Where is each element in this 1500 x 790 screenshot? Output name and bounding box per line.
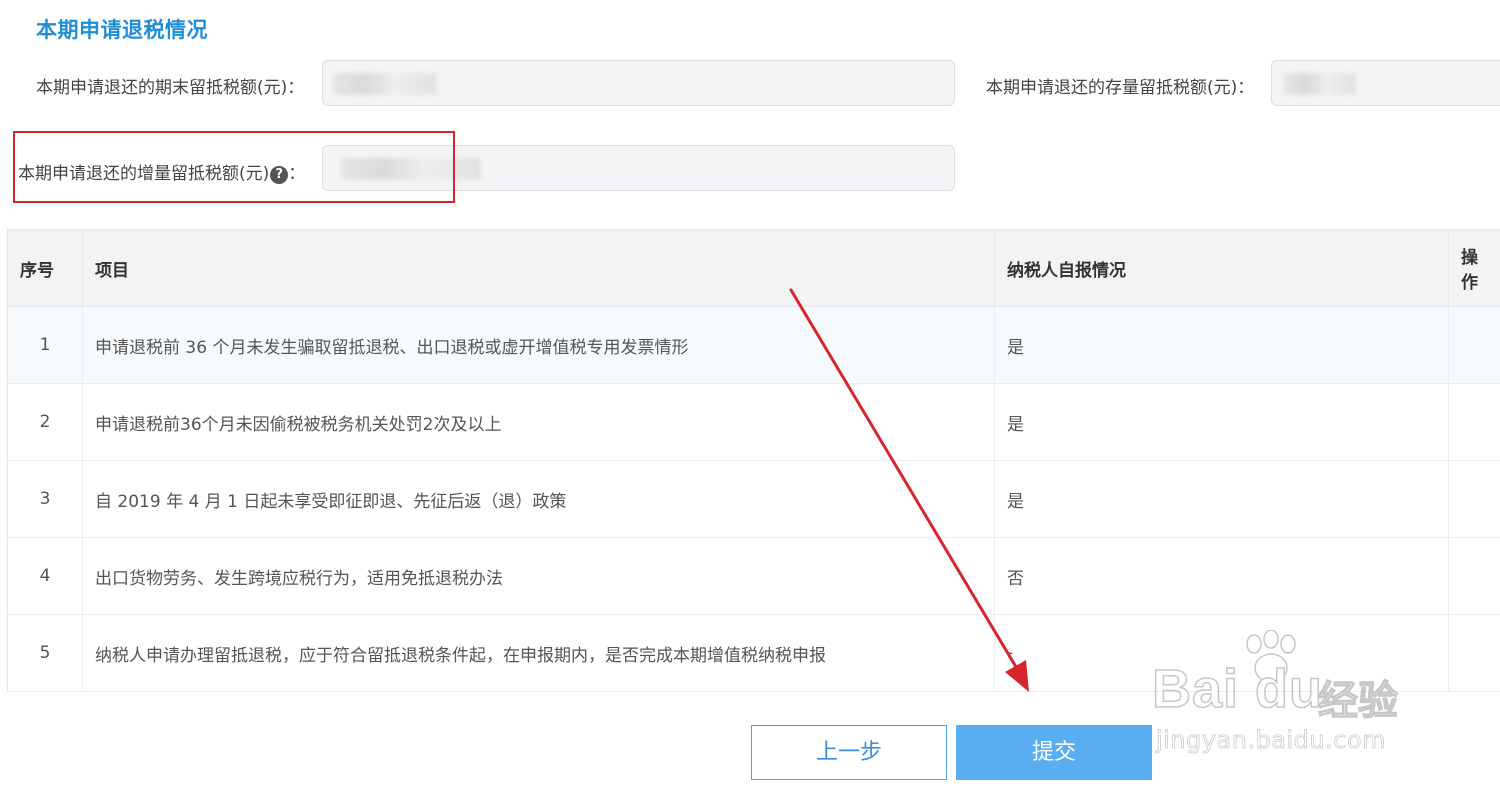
row-self-report[interactable]: 否 xyxy=(994,537,1449,615)
table-row[interactable]: 2 申请退税前36个月未因偷税被税务机关处罚2次及以上 是 xyxy=(7,383,1500,461)
submit-button[interactable]: 提交 xyxy=(956,725,1152,780)
table-row[interactable]: 5 纳税人申请办理留抵退税，应于符合留抵退税条件起，在申报期内，是否完成本期增值… xyxy=(7,614,1500,692)
row-item: 申请退税前36个月未因偷税被税务机关处罚2次及以上 xyxy=(82,383,995,461)
table-row[interactable]: 1 申请退税前 36 个月未发生骗取留抵退税、出口退税或虚开增值税专用发票情形 … xyxy=(7,306,1500,384)
period-end-refund-input[interactable] xyxy=(322,60,955,106)
row-index: 3 xyxy=(7,460,83,538)
row-item: 出口货物劳务、发生跨境应税行为，适用免抵退税办法 xyxy=(82,537,995,615)
row-action[interactable] xyxy=(1448,537,1500,615)
previous-step-button[interactable]: 上一步 xyxy=(751,725,947,780)
column-header-item: 项目 xyxy=(82,229,995,307)
row-item: 申请退税前 36 个月未发生骗取留抵退税、出口退税或虚开增值税专用发票情形 xyxy=(82,306,995,384)
row-index: 4 xyxy=(7,537,83,615)
row-index: 1 xyxy=(7,306,83,384)
stock-refund-input[interactable] xyxy=(1271,60,1500,106)
row-item: 自 2019 年 4 月 1 日起未享受即征即退、先征后返（退）政策 xyxy=(82,460,995,538)
table-header-row: 序号 项目 纳税人自报情况 操作 xyxy=(7,229,1500,307)
highlight-annotation-box xyxy=(13,131,455,203)
table-row[interactable]: 3 自 2019 年 4 月 1 日起未享受即征即退、先征后返（退）政策 是 xyxy=(7,460,1500,538)
row-self-report[interactable]: 是 xyxy=(994,383,1449,461)
row-action[interactable] xyxy=(1448,614,1500,692)
watermark-url: jingyan.baidu.com xyxy=(1156,726,1386,755)
column-header-action: 操作 xyxy=(1448,229,1500,307)
row-action[interactable] xyxy=(1448,306,1500,384)
section-title: 本期申请退税情况 xyxy=(36,18,208,42)
eligibility-table: 序号 项目 纳税人自报情况 操作 1 申请退税前 36 个月未发生骗取留抵退税、… xyxy=(7,229,1500,692)
row-self-report[interactable]: - xyxy=(994,614,1449,692)
row-index: 2 xyxy=(7,383,83,461)
row-self-report[interactable]: 是 xyxy=(994,306,1449,384)
column-header-index: 序号 xyxy=(7,229,83,307)
column-header-self-report: 纳税人自报情况 xyxy=(994,229,1449,307)
row-index: 5 xyxy=(7,614,83,692)
stock-refund-label: 本期申请退还的存量留抵税额(元)： xyxy=(986,78,1255,98)
row-item: 纳税人申请办理留抵退税，应于符合留抵退税条件起，在申报期内，是否完成本期增值税纳… xyxy=(82,614,995,692)
redacted-value xyxy=(1284,73,1356,95)
refund-application-page: 本期申请退税情况 本期申请退还的期末留抵税额(元)： 本期申请退还的存量留抵税额… xyxy=(0,0,1500,790)
row-action[interactable] xyxy=(1448,460,1500,538)
table-row[interactable]: 4 出口货物劳务、发生跨境应税行为，适用免抵退税办法 否 xyxy=(7,537,1500,615)
redacted-value xyxy=(333,73,437,95)
period-end-refund-label: 本期申请退还的期末留抵税额(元)： xyxy=(36,78,305,98)
row-action[interactable] xyxy=(1448,383,1500,461)
row-self-report[interactable]: 是 xyxy=(994,460,1449,538)
